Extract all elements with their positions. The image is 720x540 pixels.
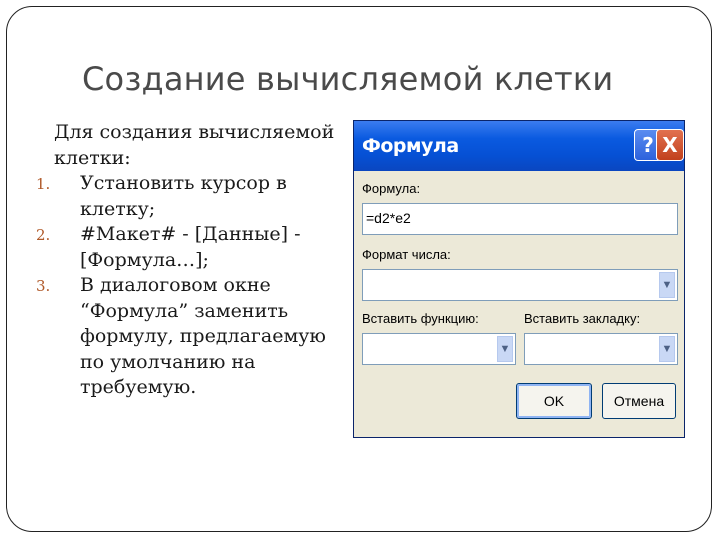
slide-body: Для создания вычисляемой клетки: 1. Уста… (36, 120, 342, 401)
insert-function-dropdown[interactable]: ▼ (362, 333, 516, 365)
chevron-down-icon[interactable]: ▼ (659, 272, 675, 298)
step-number: 3. (36, 277, 51, 295)
insert-bookmark-dropdown[interactable]: ▼ (524, 333, 678, 365)
slide-title: Создание вычисляемой клетки (82, 60, 614, 98)
close-icon[interactable]: X (656, 129, 684, 161)
formula-value: =d2*e2 (366, 210, 411, 226)
formula-input[interactable]: =d2*e2 (362, 203, 678, 235)
step-number: 2. (36, 226, 51, 244)
formula-label: Формула: (362, 181, 421, 196)
chevron-down-icon[interactable]: ▼ (497, 336, 513, 362)
formula-dialog: Формула ? X Формула: =d2*e2 Формат числа… (353, 120, 685, 438)
step-text: #Макет# - [Данные] - [Формула…]; (80, 223, 301, 271)
list-item: 3. В диалоговом окне “Формула” заменить … (36, 273, 342, 401)
intro-text: Для создания вычисляемой клетки: (54, 121, 335, 169)
chevron-down-icon[interactable]: ▼ (659, 336, 675, 362)
insert-function-label: Вставить функцию: (362, 311, 479, 326)
steps-list: 1. Установить курсор в клетку; 2. #Макет… (36, 171, 342, 401)
cancel-button[interactable]: Отмена (602, 383, 676, 419)
list-item: 2. #Макет# - [Данные] - [Формула…]; (36, 222, 342, 273)
step-number: 1. (36, 175, 51, 193)
dialog-titlebar[interactable]: Формула ? X (354, 121, 684, 171)
number-format-label: Формат числа: (362, 247, 451, 262)
list-item: 1. Установить курсор в клетку; (36, 171, 342, 222)
insert-bookmark-label: Вставить закладку: (524, 311, 641, 326)
dialog-title: Формула (362, 135, 459, 157)
ok-button[interactable]: OK (516, 383, 592, 419)
number-format-dropdown[interactable]: ▼ (362, 269, 678, 301)
step-text: В диалоговом окне “Формула” заменить фор… (80, 274, 326, 398)
step-text: Установить курсор в клетку; (80, 172, 287, 220)
